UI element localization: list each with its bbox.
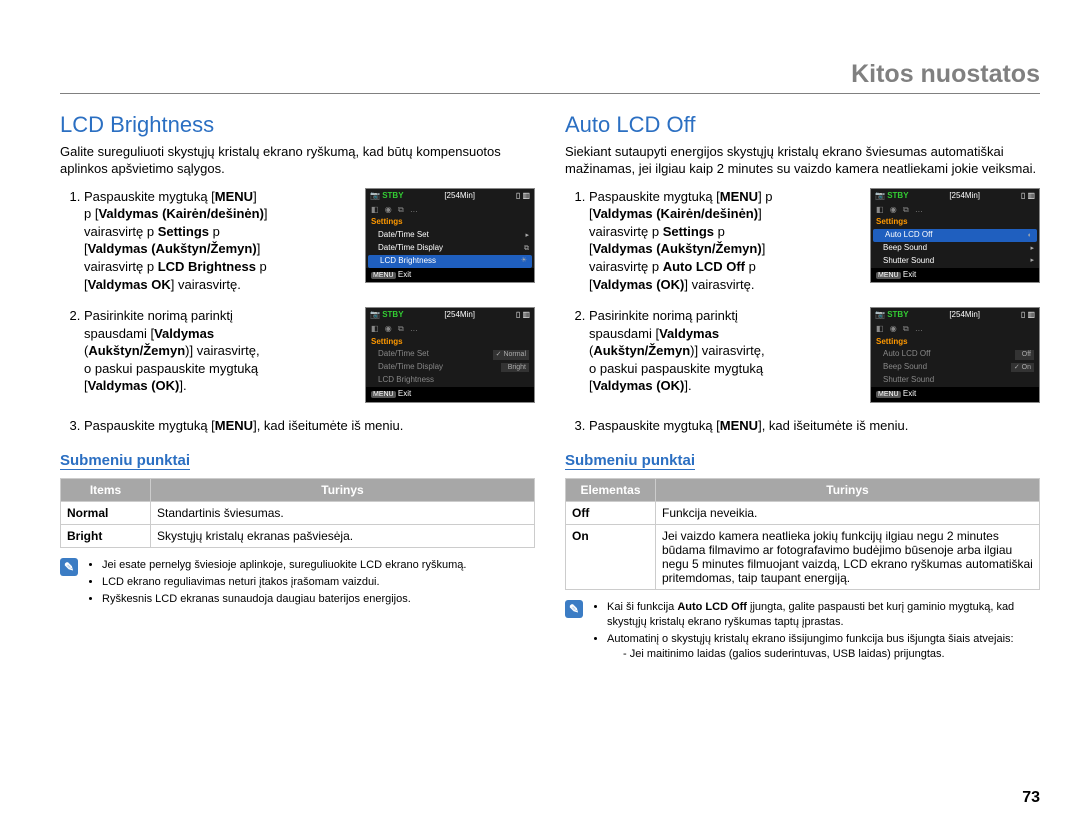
auto-lcd-title: Auto LCD Off [565,112,1040,138]
note-icon: ✎ [565,600,583,618]
auto-notes: ✎ Kai ši funkcija Auto LCD Off įjungta, … [565,600,1040,663]
step-3-auto: Paspauskite mygtuką [MENU], kad išeitumė… [589,417,1040,435]
page-number: 73 [1022,789,1040,807]
screenshot-auto-2: 📷 STBY[254Min]▯ ▥ ◧ ◉ ⧉ … Settings Auto … [870,307,1040,403]
lcd-brightness-title: LCD Brightness [60,112,535,138]
step-1-auto: Paspauskite mygtuką [MENU] p [Valdymas (… [589,188,862,293]
lcd-table: ItemsTurinys NormalStandartinis šviesuma… [60,478,535,548]
submenu-heading-auto: Submeniu punktai [565,452,695,470]
step-2-lcd: Pasirinkite norimą parinktį spausdami [V… [84,307,357,395]
step-3-lcd: Paspauskite mygtuką [MENU], kad išeitumė… [84,417,535,435]
auto-table: ElementasTurinys OffFunkcija neveikia. O… [565,478,1040,590]
submenu-heading-lcd: Submeniu punktai [60,452,190,470]
lcd-notes: ✎ Jei esate pernelyg šviesioje aplinkoje… [60,558,535,609]
right-column: Auto LCD Off Siekiant sutaupyti energijo… [565,112,1040,664]
screenshot-auto-1: 📷 STBY[254Min]▯ ▥ ◧ ◉ ⧉ … Settings Auto … [870,188,1040,284]
step-2-auto: Pasirinkite norimą parinktį spausdami [V… [589,307,862,395]
note-icon: ✎ [60,558,78,576]
screenshot-lcd-2: 📷 STBY[254Min]▯ ▥ ◧ ◉ ⧉ … Settings Date/… [365,307,535,403]
page-header: Kitos nuostatos [60,60,1040,94]
lcd-brightness-intro: Galite sureguliuoti skystųjų kristalų ek… [60,144,535,178]
left-column: LCD Brightness Galite sureguliuoti skyst… [60,112,535,664]
auto-lcd-intro: Siekiant sutaupyti energijos skystųjų kr… [565,144,1040,178]
step-1-lcd: Paspauskite mygtuką [MENU] p [Valdymas (… [84,188,357,293]
screenshot-lcd-1: 📷 STBY[254Min]▯ ▥ ◧ ◉ ⧉ … Settings Date/… [365,188,535,284]
